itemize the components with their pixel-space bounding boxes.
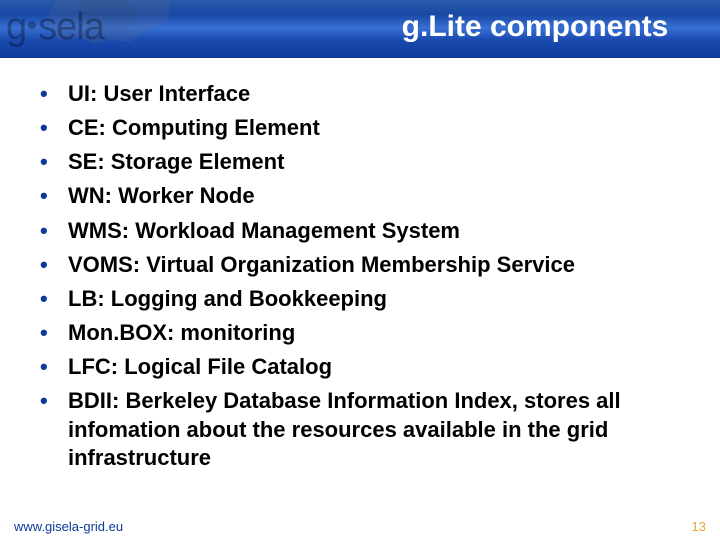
bullet-icon: • [40,148,68,176]
list-item-text: SE: Storage Element [68,148,690,176]
logo-text-mid: s [38,8,56,46]
list-item: •WMS: Workload Management System [40,217,690,245]
bullet-icon: • [40,114,68,142]
list-item-text: WMS: Workload Management System [68,217,690,245]
list-item: •BDII: Berkeley Database Information Ind… [40,387,690,471]
logo: g s ela [0,0,170,58]
list-item-text: UI: User Interface [68,80,690,108]
footer-url: www.gisela-grid.eu [14,519,123,534]
bullet-list: •UI: User Interface•CE: Computing Elemen… [40,80,690,478]
logo-dot-icon [28,21,36,29]
bullet-icon: • [40,217,68,245]
page-title: g.Lite components [360,10,710,44]
bullet-icon: • [40,285,68,313]
list-item: •LFC: Logical File Catalog [40,353,690,381]
bullet-icon: • [40,182,68,210]
bullet-icon: • [40,319,68,347]
slide-header: g s ela g.Lite components [0,0,720,58]
slide-footer: www.gisela-grid.eu 13 [0,512,720,540]
list-item-text: CE: Computing Element [68,114,690,142]
list-item: •Mon.BOX: monitoring [40,319,690,347]
list-item-text: BDII: Berkeley Database Information Inde… [68,387,690,471]
list-item: •UI: User Interface [40,80,690,108]
list-item: •WN: Worker Node [40,182,690,210]
logo-text-left: g [6,8,26,46]
bullet-icon: • [40,251,68,279]
list-item: •SE: Storage Element [40,148,690,176]
logo-text-right: ela [56,8,104,46]
list-item-text: LFC: Logical File Catalog [68,353,690,381]
list-item: •CE: Computing Element [40,114,690,142]
list-item-text: VOMS: Virtual Organization Membership Se… [68,251,690,279]
logo-text: g s ela [6,8,170,46]
footer-page-number: 13 [692,519,706,534]
bullet-icon: • [40,387,68,415]
list-item-text: LB: Logging and Bookkeeping [68,285,690,313]
list-item: •VOMS: Virtual Organization Membership S… [40,251,690,279]
list-item-text: WN: Worker Node [68,182,690,210]
bullet-icon: • [40,353,68,381]
list-item-text: Mon.BOX: monitoring [68,319,690,347]
list-item: •LB: Logging and Bookkeeping [40,285,690,313]
slide: g s ela g.Lite components •UI: User Inte… [0,0,720,540]
bullet-icon: • [40,80,68,108]
